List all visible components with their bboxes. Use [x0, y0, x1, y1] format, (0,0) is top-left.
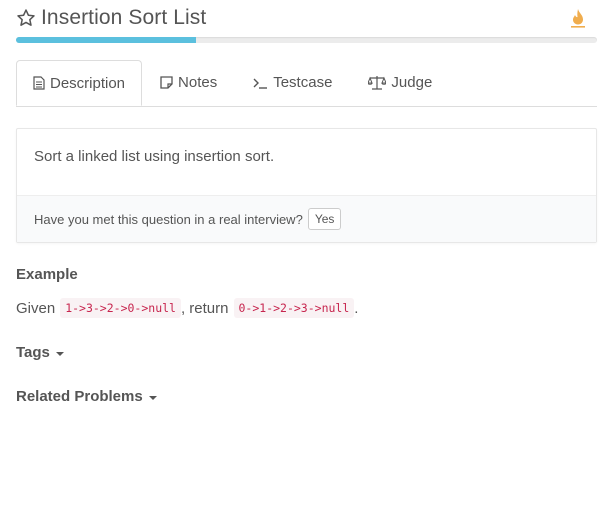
tab-description[interactable]: Description — [16, 60, 143, 106]
interview-question-footer: Have you met this question in a real int… — [17, 195, 596, 242]
sticky-note-icon — [160, 76, 173, 89]
tab-bar: Description Notes Testcase Judge — [16, 60, 597, 107]
tab-label: Testcase — [273, 74, 333, 91]
star-outline-icon[interactable] — [16, 8, 36, 28]
interview-question-text: Have you met this question in a real int… — [34, 211, 303, 227]
related-problems-heading: Related Problems — [16, 388, 143, 405]
tab-label: Notes — [178, 74, 218, 91]
tab-testcase[interactable]: Testcase — [235, 60, 350, 105]
problem-description: Sort a linked list using insertion sort. — [34, 148, 275, 165]
progress-bar — [16, 37, 597, 43]
tags-heading: Tags — [16, 344, 50, 361]
return-label: , return — [180, 299, 229, 317]
given-label: Given — [16, 299, 56, 317]
related-problems-toggle[interactable]: Related Problems — [16, 388, 157, 405]
tab-label: Description — [50, 74, 126, 92]
example-heading-text: Example — [16, 266, 78, 283]
flame-icon[interactable] — [569, 8, 587, 28]
balance-scale-icon — [368, 75, 387, 90]
tab-label: Judge — [391, 74, 433, 91]
caret-down-icon — [55, 351, 64, 356]
caret-down-icon — [148, 395, 157, 400]
terminal-icon — [253, 77, 268, 89]
tags-toggle[interactable]: Tags — [16, 344, 64, 361]
description-panel: Sort a linked list using insertion sort.… — [16, 128, 597, 243]
file-text-icon — [33, 76, 45, 90]
problem-header: Insertion Sort List — [16, 4, 597, 32]
tab-judge[interactable]: Judge — [350, 60, 450, 105]
example-heading: Example — [16, 266, 78, 283]
example-content: Given 1->3->2->0->null , return 0->1->2-… — [16, 298, 358, 318]
page-title: Insertion Sort List — [41, 6, 207, 29]
example-output-code: 0->1->2->3->null — [233, 298, 355, 318]
end-punct: . — [354, 299, 359, 317]
yes-button[interactable]: Yes — [307, 208, 342, 230]
progress-fill — [16, 37, 197, 43]
tab-notes[interactable]: Notes — [142, 60, 235, 105]
example-input-code: 1->3->2->0->null — [60, 298, 181, 318]
